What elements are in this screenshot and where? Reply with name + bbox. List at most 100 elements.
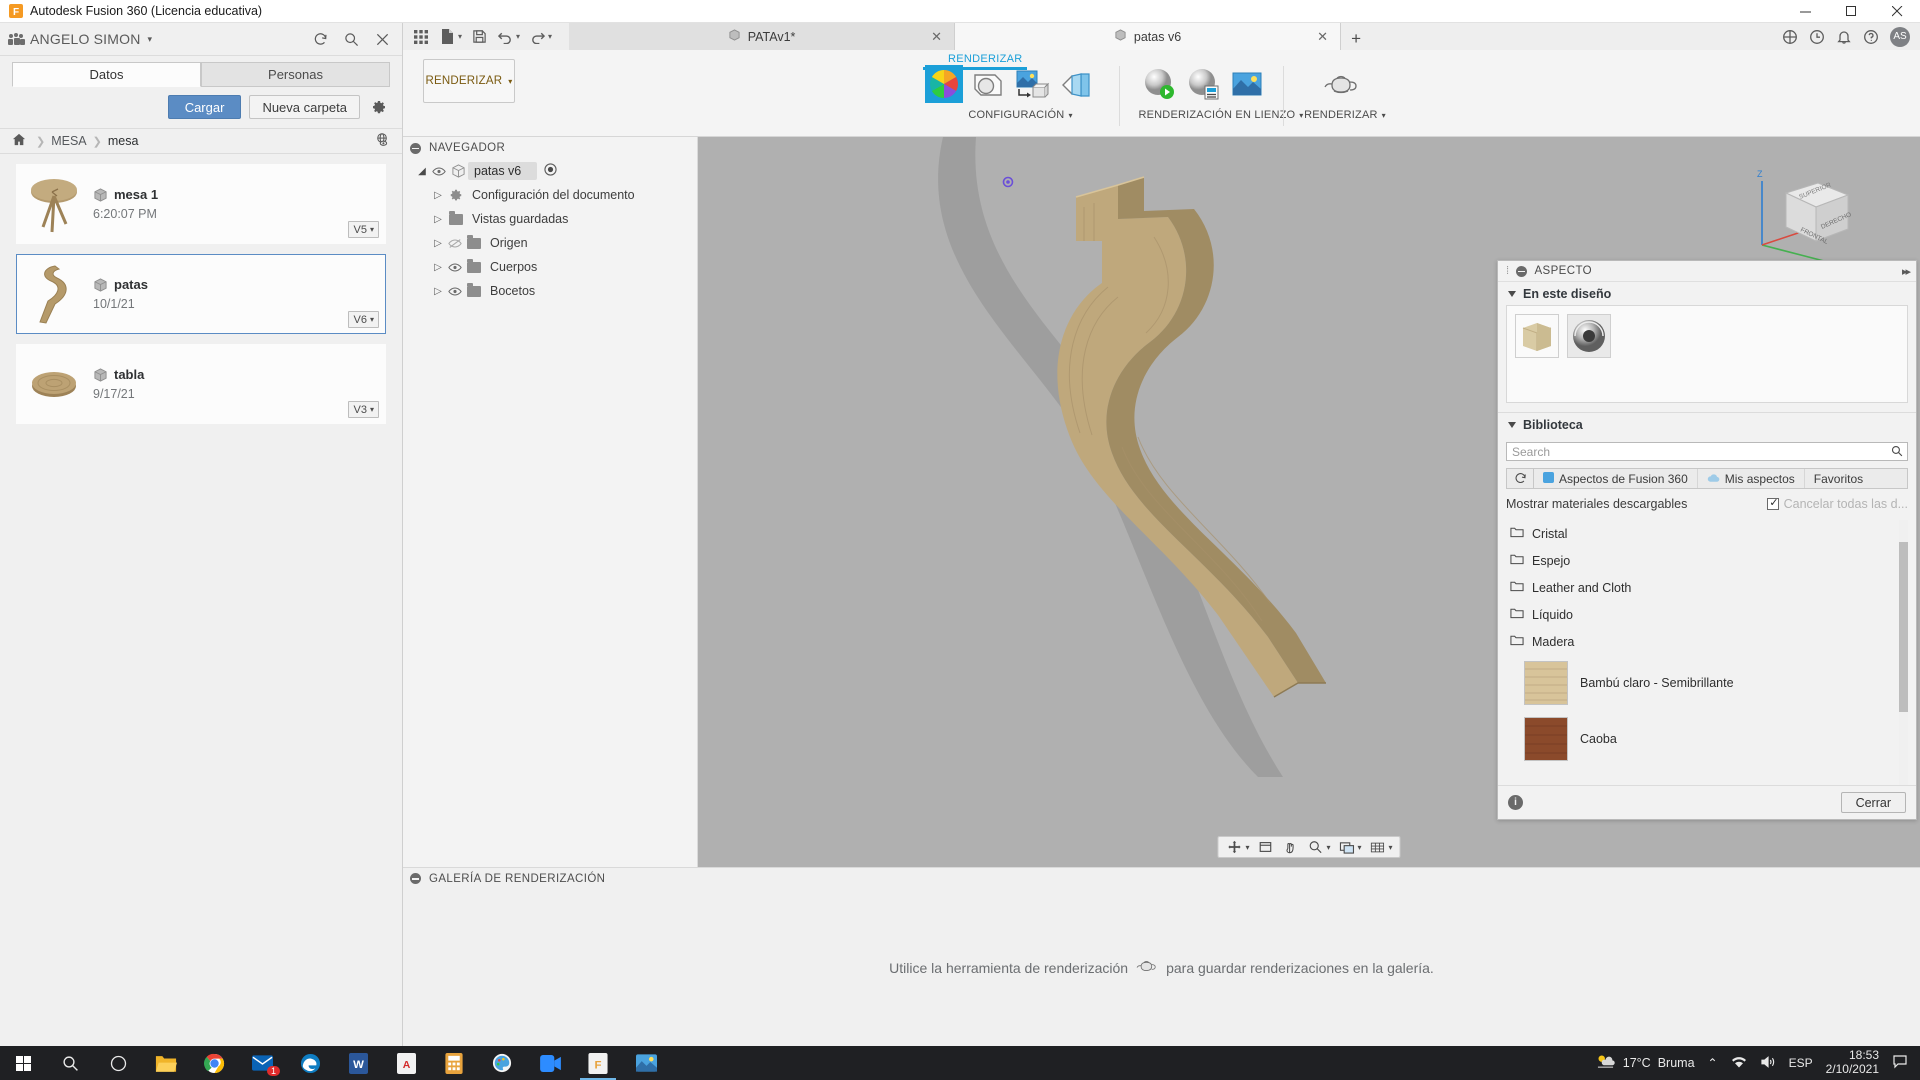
new-folder-button[interactable]: Nueva carpeta bbox=[249, 95, 360, 119]
library-search-input[interactable]: Search bbox=[1506, 442, 1908, 461]
list-item[interactable]: mesa 1 6:20:07 PM V5 ▾ bbox=[16, 164, 386, 244]
taskbar-paint[interactable] bbox=[478, 1046, 526, 1080]
eye-icon[interactable] bbox=[430, 166, 448, 177]
job-status-icon[interactable] bbox=[1809, 29, 1825, 45]
library-folder-cristal[interactable]: Cristal bbox=[1506, 520, 1908, 547]
decal-tool[interactable] bbox=[1055, 66, 1097, 106]
notifications-icon[interactable] bbox=[1836, 29, 1852, 45]
document-tab-patas-v6[interactable]: patas v6 ✕ bbox=[955, 23, 1342, 50]
capture-image-tool[interactable] bbox=[1226, 66, 1268, 106]
grid-apps-icon[interactable] bbox=[409, 26, 433, 48]
add-tab-button[interactable]: + bbox=[1341, 28, 1371, 50]
taskbar-edge[interactable] bbox=[286, 1046, 334, 1080]
tray-volume-icon[interactable] bbox=[1760, 1055, 1776, 1072]
expander-icon[interactable]: ▷ bbox=[430, 262, 446, 273]
zoom-icon[interactable] bbox=[1304, 838, 1326, 856]
version-badge[interactable]: V3 ▾ bbox=[347, 401, 379, 418]
minus-circle-icon[interactable] bbox=[410, 873, 421, 884]
search-icon[interactable] bbox=[46, 1046, 94, 1080]
library-folder-madera[interactable]: Madera bbox=[1506, 628, 1908, 655]
pan-icon[interactable] bbox=[1279, 838, 1301, 856]
taskbar-fusion360[interactable]: F bbox=[574, 1046, 622, 1080]
browser-row-document-settings[interactable]: ▷ Configuración del documento bbox=[403, 183, 697, 207]
expand-icon[interactable]: ▸▸ bbox=[1902, 265, 1911, 278]
refresh-icon[interactable] bbox=[1507, 469, 1534, 488]
taskbar-mail[interactable]: 1 bbox=[238, 1046, 286, 1080]
library-tab-favorites[interactable]: Favoritos bbox=[1805, 469, 1872, 488]
chevron-down-icon[interactable]: ▾ bbox=[148, 34, 153, 45]
section-in-this-design[interactable]: En este diseño bbox=[1498, 282, 1916, 305]
metal-swatch[interactable] bbox=[1567, 314, 1611, 358]
library-scroll-thumb[interactable] bbox=[1899, 542, 1908, 712]
render-settings-tool[interactable] bbox=[1182, 66, 1224, 106]
browser-row-saved-views[interactable]: ▷ Vistas guardadas bbox=[403, 207, 697, 231]
tray-network-icon[interactable] bbox=[1731, 1055, 1747, 1072]
chevron-down-icon[interactable]: ▾ bbox=[1068, 111, 1072, 120]
upload-button[interactable]: Cargar bbox=[167, 95, 242, 119]
grip-icon[interactable]: ⁞ bbox=[1506, 265, 1509, 277]
chevron-down-icon[interactable]: ▾ bbox=[516, 32, 520, 41]
breadcrumb-item-mesa[interactable]: mesa bbox=[108, 134, 139, 148]
taskbar-calculator[interactable] bbox=[430, 1046, 478, 1080]
close-button[interactable] bbox=[1874, 0, 1920, 23]
new-file-icon[interactable] bbox=[435, 26, 459, 48]
eye-off-icon[interactable] bbox=[446, 238, 464, 249]
library-folder-liquido[interactable]: Líquido bbox=[1506, 601, 1908, 628]
minus-circle-icon[interactable] bbox=[410, 142, 421, 154]
taskbar-file-explorer[interactable] bbox=[142, 1046, 190, 1080]
bamboo-light-swatch[interactable] bbox=[1515, 314, 1559, 358]
expander-icon[interactable]: ◢ bbox=[414, 166, 430, 177]
library-folder-espejo[interactable]: Espejo bbox=[1506, 547, 1908, 574]
browser-row-bodies[interactable]: ▷ Cuerpos bbox=[403, 255, 697, 279]
tab-datos[interactable]: Datos bbox=[12, 62, 201, 87]
minimize-button[interactable] bbox=[1782, 0, 1828, 23]
project-name-label[interactable]: ANGELO SIMON bbox=[30, 31, 141, 47]
breadcrumb-item-mesa-upper[interactable]: MESA bbox=[51, 134, 86, 148]
texture-map-tool[interactable] bbox=[1011, 66, 1053, 106]
close-palette-button[interactable]: Cerrar bbox=[1840, 792, 1906, 813]
chevron-down-icon[interactable]: ▾ bbox=[1389, 843, 1393, 852]
clock[interactable]: 18:53 2/10/2021 bbox=[1826, 1048, 1879, 1077]
library-tab-fusion[interactable]: Aspectos de Fusion 360 bbox=[1534, 469, 1698, 488]
view-cube[interactable]: Z X FRONTAL DERECHO SUPERIOR bbox=[1738, 157, 1866, 272]
canvas-render-start-tool[interactable] bbox=[1138, 66, 1180, 106]
list-item[interactable]: tabla 9/17/21 V3 ▾ bbox=[16, 344, 386, 424]
search-icon[interactable] bbox=[1891, 445, 1903, 460]
section-library[interactable]: Biblioteca bbox=[1498, 413, 1916, 436]
notification-icon[interactable] bbox=[1892, 1054, 1908, 1072]
browser-root-row[interactable]: ◢ patas v6 bbox=[403, 159, 697, 183]
document-tab-pata-v1[interactable]: PATAv1* ✕ bbox=[569, 23, 956, 50]
close-icon[interactable]: ✕ bbox=[931, 29, 942, 45]
radio-icon[interactable] bbox=[544, 163, 557, 179]
appearance-tool[interactable] bbox=[923, 65, 965, 106]
close-icon[interactable]: ✕ bbox=[1317, 29, 1328, 45]
list-item[interactable]: patas 10/1/21 V6 ▾ bbox=[16, 254, 386, 334]
close-icon[interactable] bbox=[375, 32, 390, 47]
version-badge[interactable]: V6 ▾ bbox=[347, 311, 379, 328]
minus-circle-icon[interactable] bbox=[1516, 265, 1528, 277]
weather-widget[interactable]: 17°C Bruma bbox=[1595, 1053, 1695, 1073]
search-icon[interactable] bbox=[344, 32, 359, 47]
home-icon[interactable] bbox=[12, 133, 26, 149]
tray-expand-icon[interactable]: ⌃ bbox=[1708, 1056, 1718, 1070]
scene-settings-tool[interactable] bbox=[967, 66, 1009, 106]
library-folder-leather-cloth[interactable]: Leather and Cloth bbox=[1506, 574, 1908, 601]
taskbar-acrobat[interactable]: A bbox=[382, 1046, 430, 1080]
refresh-icon[interactable] bbox=[313, 32, 328, 47]
downloadable-checkbox[interactable] bbox=[1767, 496, 1780, 510]
globe-eye-icon[interactable] bbox=[375, 132, 390, 150]
library-tab-my-appearances[interactable]: Mis aspectos bbox=[1698, 469, 1805, 488]
maximize-button[interactable] bbox=[1828, 0, 1874, 23]
windows-icon[interactable] bbox=[0, 1046, 46, 1080]
save-icon[interactable] bbox=[467, 26, 491, 48]
browser-row-sketches[interactable]: ▷ Bocetos bbox=[403, 279, 697, 303]
help-icon[interactable] bbox=[1863, 29, 1879, 45]
undo-icon[interactable] bbox=[493, 26, 517, 48]
chevron-down-icon[interactable]: ▾ bbox=[1358, 843, 1362, 852]
taskbar-photos[interactable] bbox=[622, 1046, 670, 1080]
eye-icon[interactable] bbox=[446, 286, 464, 297]
avatar[interactable]: AS bbox=[1890, 26, 1910, 47]
expander-icon[interactable]: ▷ bbox=[430, 238, 446, 249]
display-icon[interactable] bbox=[1336, 838, 1358, 856]
grid-icon[interactable] bbox=[1367, 838, 1389, 856]
